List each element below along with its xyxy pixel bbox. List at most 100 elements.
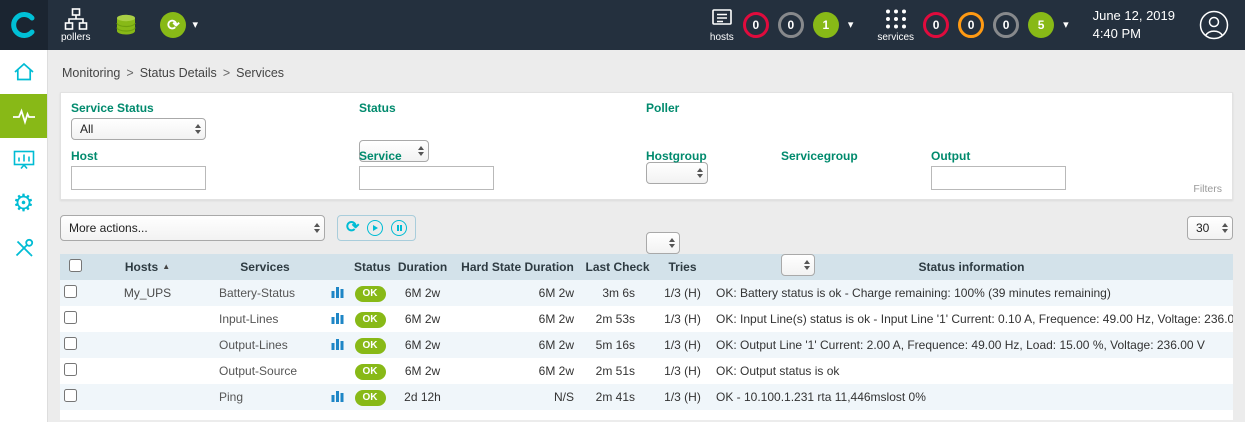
output-input[interactable] bbox=[931, 166, 1066, 190]
host-cell[interactable] bbox=[90, 384, 205, 410]
select-arrows-icon bbox=[195, 124, 201, 134]
host-cell[interactable] bbox=[90, 332, 205, 358]
poller-status-menu[interactable]: ⟳ ▾ bbox=[160, 12, 198, 38]
row-checkbox[interactable] bbox=[64, 337, 77, 350]
header-status[interactable]: Status bbox=[350, 254, 390, 280]
service-input[interactable] bbox=[359, 166, 494, 190]
host-cell[interactable] bbox=[90, 306, 205, 332]
hosts-icon bbox=[710, 8, 734, 30]
row-checkbox[interactable] bbox=[64, 285, 77, 298]
user-avatar[interactable] bbox=[1199, 10, 1229, 40]
host-cell[interactable]: My_UPS bbox=[90, 280, 205, 306]
select-all-checkbox[interactable] bbox=[69, 259, 82, 272]
select-all-cell bbox=[60, 254, 90, 280]
pause-button[interactable] bbox=[391, 220, 407, 236]
breadcrumb-separator: > bbox=[223, 66, 230, 80]
host-label: Host bbox=[71, 149, 98, 163]
pollers-menu[interactable]: pollers bbox=[61, 8, 90, 43]
service-cell[interactable]: Input-Lines bbox=[205, 306, 325, 332]
header-hosts[interactable]: Hosts▲ bbox=[90, 254, 205, 280]
header-last-check[interactable]: Last Check bbox=[580, 254, 655, 280]
filter-panel: Service Status All Status Poller Host Se… bbox=[60, 92, 1233, 200]
poller-label: Poller bbox=[646, 101, 679, 115]
chevron-down-icon[interactable]: ▾ bbox=[1063, 20, 1069, 31]
header-hard-state-duration[interactable]: Hard State Duration bbox=[455, 254, 580, 280]
play-button[interactable] bbox=[367, 220, 383, 236]
table-row: My_UPS Battery-Status OK 6M 2w 6M 2w 3m … bbox=[60, 280, 1233, 306]
tries-cell: 1/3 (H) bbox=[655, 280, 710, 306]
select-arrows-icon bbox=[314, 223, 320, 233]
services-label: services bbox=[877, 32, 914, 43]
hosts-down-badge[interactable]: 0 bbox=[743, 12, 769, 38]
service-status-select[interactable]: All bbox=[71, 118, 206, 140]
services-warning-badge[interactable]: 0 bbox=[958, 12, 984, 38]
sidebar-item-monitoring[interactable] bbox=[0, 94, 47, 138]
graph-icon[interactable] bbox=[331, 390, 344, 402]
more-actions-select[interactable]: More actions... bbox=[60, 215, 325, 241]
status-information-cell: OK: Battery status is ok - Charge remain… bbox=[710, 280, 1233, 306]
hosts-unreachable-badge[interactable]: 0 bbox=[778, 12, 804, 38]
service-cell[interactable]: Ping bbox=[205, 384, 325, 410]
servicegroup-select[interactable] bbox=[781, 254, 815, 276]
header-tries[interactable]: Tries bbox=[655, 254, 710, 280]
services-menu[interactable]: services bbox=[877, 8, 914, 43]
poller-select[interactable] bbox=[646, 162, 708, 184]
page-size-select[interactable]: 30 bbox=[1187, 216, 1233, 240]
row-checkbox[interactable] bbox=[64, 389, 77, 402]
services-status-group: services 0 0 0 5 ▾ bbox=[877, 8, 1068, 43]
main-content: Monitoring>Status Details>Services Servi… bbox=[48, 50, 1245, 422]
status-information-cell: OK: Input Line(s) status is ok - Input L… bbox=[710, 306, 1233, 332]
select-arrows-icon bbox=[1222, 223, 1228, 233]
host-cell[interactable] bbox=[90, 358, 205, 384]
services-ok-badge[interactable]: 5 bbox=[1028, 12, 1054, 38]
graph-icon[interactable] bbox=[331, 312, 344, 324]
hosts-up-badge[interactable]: 1 bbox=[813, 12, 839, 38]
service-cell[interactable]: Output-Lines bbox=[205, 332, 325, 358]
service-cell[interactable]: Output-Source bbox=[205, 358, 325, 384]
sidebar-item-administration[interactable] bbox=[0, 226, 47, 270]
table-row: Input-Lines OK 6M 2w 6M 2w 2m 53s 1/3 (H… bbox=[60, 306, 1233, 332]
hard-state-duration-cell: 6M 2w bbox=[455, 358, 580, 384]
services-table: Hosts▲ Services Status Duration Hard Sta… bbox=[60, 254, 1233, 420]
breadcrumb-services[interactable]: Services bbox=[236, 66, 284, 80]
status-information-cell: OK - 10.100.1.231 rta 11,446mslost 0% bbox=[710, 384, 1233, 410]
graph-icon[interactable] bbox=[331, 286, 344, 298]
breadcrumb-status-details[interactable]: Status Details bbox=[140, 66, 217, 80]
table-row: Ping OK 2d 12h N/S 2m 41s 1/3 (H) OK - 1… bbox=[60, 384, 1233, 410]
last-check-cell: 2m 51s bbox=[580, 358, 655, 384]
breadcrumb-monitoring[interactable]: Monitoring bbox=[62, 66, 120, 80]
database-icon bbox=[115, 13, 137, 37]
header-duration[interactable]: Duration bbox=[390, 254, 455, 280]
tools-icon bbox=[12, 236, 36, 260]
chevron-down-icon[interactable]: ▾ bbox=[192, 20, 198, 31]
header-graph bbox=[325, 254, 350, 280]
status-badge: OK bbox=[355, 390, 386, 406]
sidebar: ⚙ bbox=[0, 50, 48, 422]
graph-icon[interactable] bbox=[331, 338, 344, 350]
sidebar-item-reports[interactable] bbox=[0, 138, 47, 182]
pollers-icon bbox=[64, 8, 88, 30]
datetime: June 12, 2019 4:40 PM bbox=[1093, 7, 1175, 42]
host-input[interactable] bbox=[71, 166, 206, 190]
duration-cell: 6M 2w bbox=[390, 280, 455, 306]
duration-cell: 6M 2w bbox=[390, 306, 455, 332]
centreon-logo[interactable] bbox=[0, 0, 48, 50]
hosts-status-group: hosts 0 0 1 ▾ bbox=[710, 8, 854, 43]
sidebar-item-home[interactable] bbox=[0, 50, 47, 94]
more-actions-value: More actions... bbox=[69, 221, 148, 235]
database-status[interactable] bbox=[115, 13, 137, 37]
select-arrows-icon bbox=[697, 168, 703, 178]
sidebar-item-configuration[interactable]: ⚙ bbox=[0, 182, 47, 226]
hostgroup-select[interactable] bbox=[646, 232, 680, 254]
chevron-down-icon[interactable]: ▾ bbox=[848, 20, 854, 31]
refresh-button[interactable]: ⟳ bbox=[346, 221, 359, 235]
status-badge: OK bbox=[355, 312, 386, 328]
services-unknown-badge[interactable]: 0 bbox=[993, 12, 1019, 38]
home-icon bbox=[12, 60, 36, 84]
hosts-menu[interactable]: hosts bbox=[710, 8, 734, 43]
services-critical-badge[interactable]: 0 bbox=[923, 12, 949, 38]
header-services[interactable]: Services bbox=[205, 254, 325, 280]
row-checkbox[interactable] bbox=[64, 311, 77, 324]
row-checkbox[interactable] bbox=[64, 363, 77, 376]
service-cell[interactable]: Battery-Status bbox=[205, 280, 325, 306]
